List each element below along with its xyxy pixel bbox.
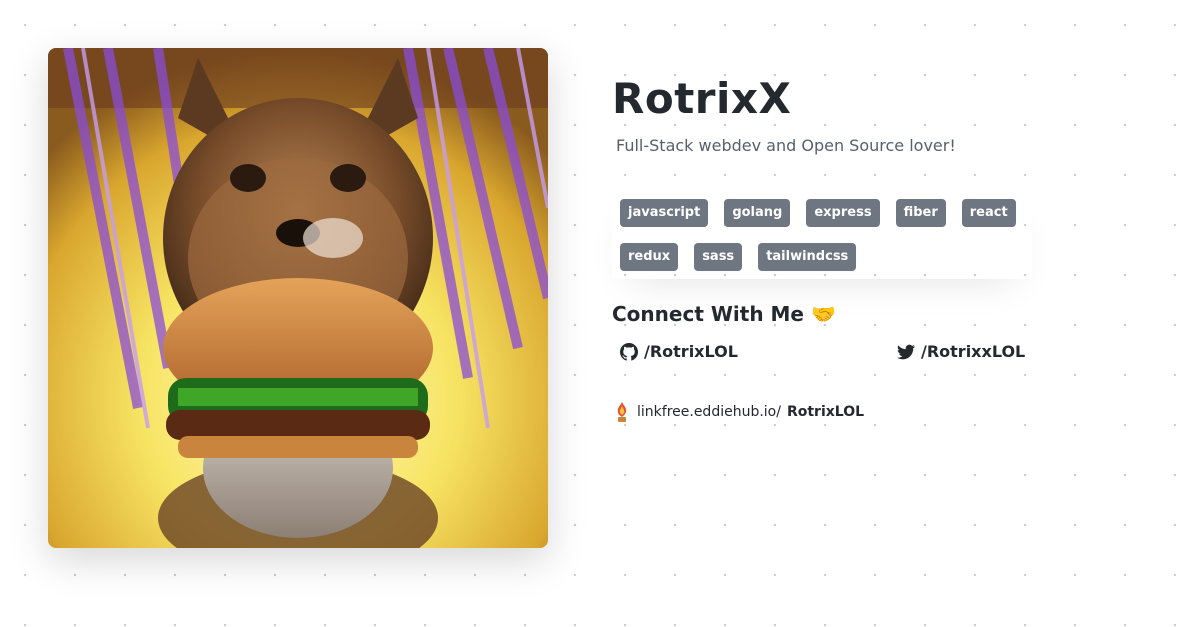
tag-list: javascript golang express fiber react re… (612, 191, 1032, 279)
profile-avatar (48, 48, 548, 548)
avatar-image (48, 48, 548, 548)
handshake-emoji: 🤝 (810, 302, 836, 326)
profile-name: RotrixX (612, 74, 792, 123)
tag-express[interactable]: express (806, 199, 880, 227)
github-label: /RotrixLOL (644, 342, 738, 361)
linkfree-logo-icon (617, 402, 627, 422)
twitter-icon (897, 344, 915, 359)
tag-sass[interactable]: sass (694, 243, 743, 271)
tag-redux[interactable]: redux (620, 243, 679, 271)
tag-react[interactable]: react (961, 199, 1016, 227)
tag-golang[interactable]: golang (724, 199, 791, 227)
linkfree-url-prefix: linkfree.eddiehub.io/ (637, 404, 781, 420)
twitter-link[interactable]: /RotrixxLOL (897, 342, 1025, 361)
twitter-label: /RotrixxLOL (921, 342, 1026, 361)
tag-javascript[interactable]: javascript (620, 199, 709, 227)
connect-heading-text: Connect With Me (612, 302, 804, 326)
tag-tailwindcss[interactable]: tailwindcss (758, 243, 857, 271)
linkfree-link[interactable]: linkfree.eddiehub.io/ RotrixLOL (613, 401, 864, 423)
connect-heading: Connect With Me 🤝 (612, 302, 836, 326)
profile-tagline: Full-Stack webdev and Open Source lover! (616, 136, 956, 155)
github-link[interactable]: /RotrixLOL (620, 342, 738, 361)
linkfree-username: RotrixLOL (786, 404, 865, 420)
github-icon (620, 342, 638, 361)
tag-fiber[interactable]: fiber (895, 199, 946, 227)
